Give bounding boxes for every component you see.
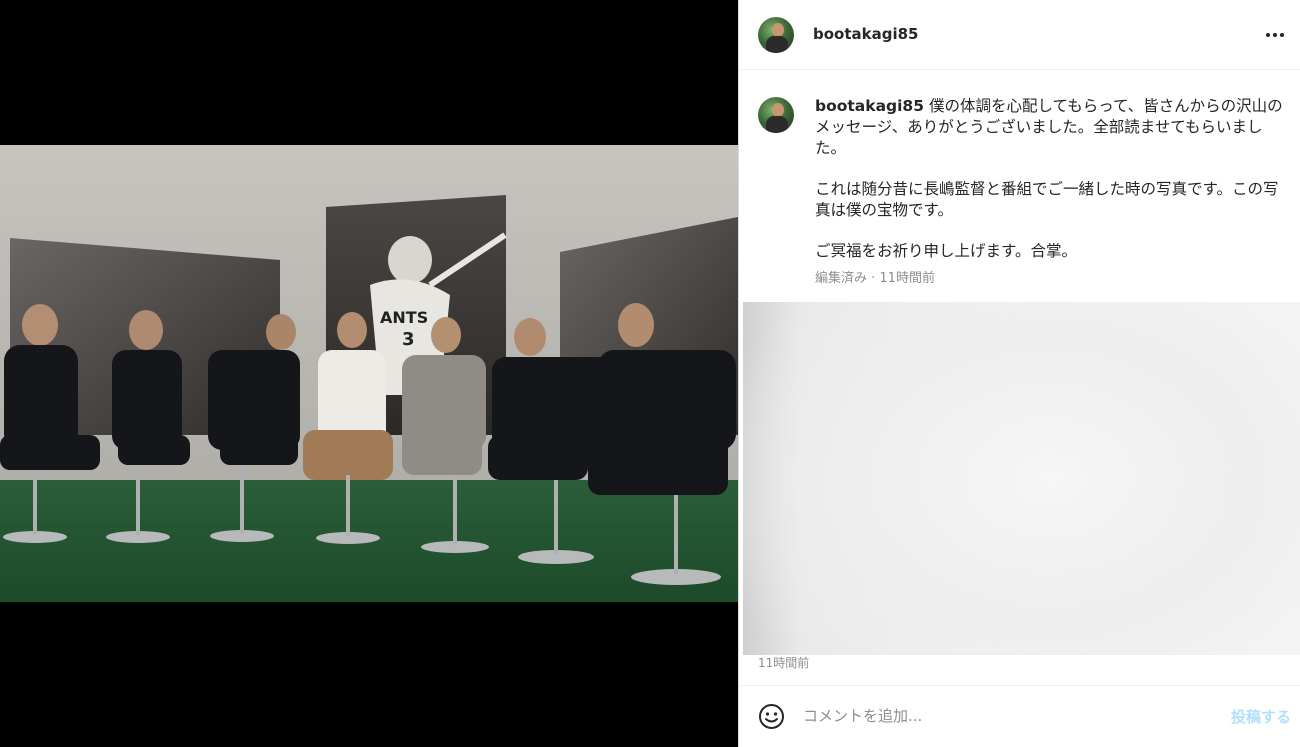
post-caption: bootakagi85 僕の体調を心配してもらって、皆さんからの沢山のメッセージ…: [739, 70, 1300, 300]
post-photo[interactable]: ANTS 3: [0, 145, 738, 602]
jersey-text: ANTS: [380, 308, 428, 327]
caption-avatar[interactable]: [758, 97, 794, 133]
post-sidebar: bootakagi85 bootakagi85 僕の体調を心配してもらって、皆さ…: [738, 0, 1300, 747]
caption-text: bootakagi85 僕の体調を心配してもらって、皆さんからの沢山のメッセージ…: [815, 96, 1285, 262]
avatar[interactable]: [758, 17, 794, 53]
emoji-icon[interactable]: [758, 703, 785, 730]
header-username[interactable]: bootakagi85: [813, 25, 919, 43]
comment-input[interactable]: [803, 704, 1203, 728]
caption-paragraph-2: これは随分昔に長嶋監督と番組でご一緒した時の写真です。この写真は僕の宝物です。: [815, 180, 1279, 219]
post-comment-button[interactable]: 投稿する: [1231, 706, 1291, 727]
blurred-comments-area: [743, 302, 1300, 655]
more-options-icon[interactable]: [1261, 22, 1289, 48]
tv-studio-photo: ANTS 3: [0, 145, 738, 602]
jersey-number: 3: [402, 329, 415, 350]
post-header: bootakagi85: [739, 0, 1300, 70]
post-media-pane: ANTS 3: [0, 0, 738, 747]
comment-bar: 投稿する: [739, 685, 1300, 747]
caption-paragraph-3: ご冥福をお祈り申し上げます。合掌。: [815, 242, 1077, 260]
caption-meta: 編集済み · 11時間前: [815, 271, 935, 286]
post-timestamp: 11時間前: [758, 656, 810, 670]
caption-username[interactable]: bootakagi85: [815, 97, 924, 115]
